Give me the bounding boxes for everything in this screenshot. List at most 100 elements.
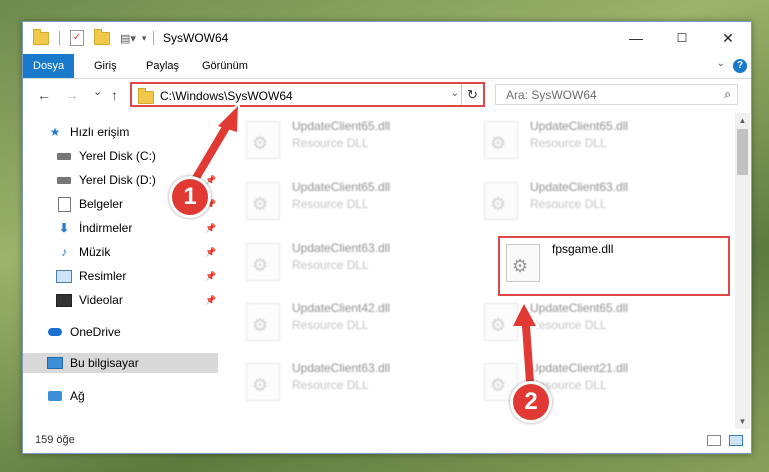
dll-file-icon: ⚙ (246, 121, 280, 159)
file-type: Resource DLL (292, 378, 369, 392)
forward-button[interactable]: → (65, 87, 79, 103)
file-type: Resource DLL (530, 197, 607, 211)
ribbon-tabs: Dosya Giriş Paylaş Görünüm ⌄ ? (23, 54, 751, 79)
file-name: UpdateClient63.dll (292, 241, 391, 255)
music-icon: ♪ (61, 245, 67, 259)
sidebar-item-this-pc[interactable]: Bu bilgisayar (23, 353, 218, 373)
videos-icon (56, 293, 72, 307)
sidebar-item-label: Yerel Disk (D:) (79, 173, 156, 187)
sidebar-item-downloads[interactable]: ⬇ İndirmeler 📌 (56, 218, 218, 238)
dll-file-icon: ⚙ (246, 363, 280, 401)
tab-share[interactable]: Paylaş (136, 54, 189, 78)
large-icons-view-icon[interactable] (729, 435, 743, 446)
pictures-icon (56, 269, 72, 283)
sidebar-item-videos[interactable]: Videolar 📌 (56, 290, 218, 310)
dll-file-icon: ⚙ (484, 303, 518, 341)
search-placeholder: Ara: SysWOW64 (506, 88, 597, 102)
file-name: UpdateClient63.dll (292, 361, 391, 375)
step-2-badge: 2 (510, 381, 552, 423)
details-view-icon[interactable] (707, 435, 721, 446)
close-button[interactable]: ✕ (705, 22, 751, 54)
star-icon: ★ (49, 125, 61, 139)
address-bar[interactable]: C:\Windows\SysWOW64 ⌄ ↻ (130, 82, 485, 107)
sidebar-item-local-disk-c[interactable]: Yerel Disk (C:) (56, 146, 218, 166)
sidebar-item-pictures[interactable]: Resimler 📌 (56, 266, 218, 286)
file-name: UpdateClient65.dll (292, 180, 391, 194)
dll-file-icon: ⚙ (246, 182, 280, 220)
file-item[interactable]: ⚙ UpdateClient63.dll Resource DLL (474, 176, 694, 226)
tab-home[interactable]: Giriş (84, 54, 127, 78)
file-name: fpsgame.dll (552, 242, 614, 256)
sidebar-item-label: Belgeler (79, 197, 124, 211)
pin-icon[interactable]: 📌 (205, 223, 216, 234)
help-icon[interactable]: ? (733, 59, 747, 73)
quick-access-toolbar: ✓ ▤▾ ▾ (33, 28, 147, 46)
onedrive-icon (47, 325, 63, 339)
file-item[interactable]: ⚙ UpdateClient65.dll Resource DLL (474, 115, 694, 165)
scroll-down-icon[interactable]: ▼ (735, 414, 750, 429)
drive-icon (56, 173, 72, 187)
recent-locations-button[interactable]: ⌄ (93, 85, 102, 98)
title-separator (153, 31, 154, 45)
file-item[interactable]: ⚙ UpdateClient63.dll Resource DLL (236, 357, 456, 407)
step-1-badge: 1 (169, 176, 211, 218)
file-type: Resource DLL (292, 258, 369, 272)
maximize-button[interactable]: ☐ (659, 22, 705, 54)
pin-icon[interactable]: 📌 (205, 271, 216, 282)
dll-file-icon: ⚙ (506, 244, 540, 282)
item-count: 159 öğe (35, 434, 75, 446)
file-type: Resource DLL (292, 318, 369, 332)
navigation-bar: ← → ⌄ ↑ C:\Windows\SysWOW64 ⌄ ↻ Ara: Sys… (23, 79, 751, 113)
customize-toolbar-icon[interactable]: ▤▾ (120, 32, 136, 45)
sidebar-item-label: Hızlı erişim (70, 125, 130, 139)
minimize-button[interactable]: — (613, 22, 659, 54)
file-item[interactable]: ⚙ UpdateClient65.dll Resource DLL (236, 176, 456, 226)
scroll-up-icon[interactable]: ▲ (735, 113, 750, 128)
file-type: Resource DLL (530, 136, 607, 150)
folder-icon[interactable] (33, 28, 49, 45)
sidebar-item-onedrive[interactable]: OneDrive (47, 322, 217, 342)
new-folder-icon[interactable] (94, 28, 110, 45)
file-name: UpdateClient65.dll (530, 119, 629, 133)
file-item[interactable]: ⚙ UpdateClient63.dll Resource DLL (236, 237, 456, 287)
file-item[interactable]: ⚙ UpdateClient42.dll Resource DLL (236, 297, 456, 347)
status-bar: 159 öğe (23, 430, 751, 452)
refresh-button[interactable]: ↻ (461, 84, 483, 105)
tab-view[interactable]: Görünüm (192, 54, 258, 78)
sidebar-item-quick-access[interactable]: ★ Hızlı erişim (47, 122, 217, 142)
file-type: Resource DLL (292, 136, 369, 150)
sidebar-item-label: Resimler (79, 269, 127, 283)
file-type: Resource DLL (530, 318, 607, 332)
navigation-pane: ★ Hızlı erişim Yerel Disk (C:) Yerel Dis… (23, 117, 218, 417)
vertical-scrollbar[interactable]: ▲ ▼ (735, 113, 750, 429)
up-button[interactable]: ↑ (111, 87, 118, 103)
address-dropdown-icon[interactable]: ⌄ (451, 88, 459, 99)
sidebar-item-label: Müzik (79, 245, 111, 259)
explorer-window: ✓ ▤▾ ▾ SysWOW64 — ☐ ✕ Dosya Giriş Paylaş… (22, 21, 752, 454)
pin-icon[interactable]: 📌 (205, 247, 216, 258)
pin-icon[interactable]: 📌 (205, 295, 216, 306)
search-input[interactable]: Ara: SysWOW64 ⌕ (495, 84, 738, 105)
search-icon[interactable]: ⌕ (724, 87, 731, 102)
file-name: UpdateClient63.dll (530, 180, 629, 194)
file-item[interactable]: ⚙ UpdateClient65.dll Resource DLL (236, 115, 456, 165)
address-path[interactable]: C:\Windows\SysWOW64 (160, 89, 293, 103)
document-icon (56, 196, 72, 212)
dll-file-icon: ⚙ (484, 182, 518, 220)
sidebar-item-network[interactable]: Ağ (47, 386, 217, 406)
file-item[interactable]: ⚙ UpdateClient65.dll Resource DLL (474, 297, 694, 347)
sidebar-item-music[interactable]: ♪ Müzik 📌 (56, 242, 218, 262)
back-button[interactable]: ← (37, 87, 51, 103)
sidebar-item-label: OneDrive (70, 325, 121, 339)
folder-icon (138, 88, 154, 104)
file-name: UpdateClient21.dll (530, 361, 629, 375)
expand-ribbon-icon[interactable]: ⌄ (717, 58, 725, 69)
file-item[interactable]: ⚙ UpdateClient21.dll Resource DLL (474, 357, 694, 407)
properties-icon[interactable]: ✓ (70, 30, 84, 46)
toolbar-dropdown-icon[interactable]: ▾ (142, 33, 147, 44)
dll-file-icon: ⚙ (246, 243, 280, 281)
tab-file[interactable]: Dosya (23, 54, 75, 78)
fpsgame-dll-file[interactable]: ⚙ fpsgame.dll (498, 236, 730, 296)
dll-file-icon: ⚙ (484, 121, 518, 159)
scrollbar-thumb[interactable] (737, 129, 748, 175)
